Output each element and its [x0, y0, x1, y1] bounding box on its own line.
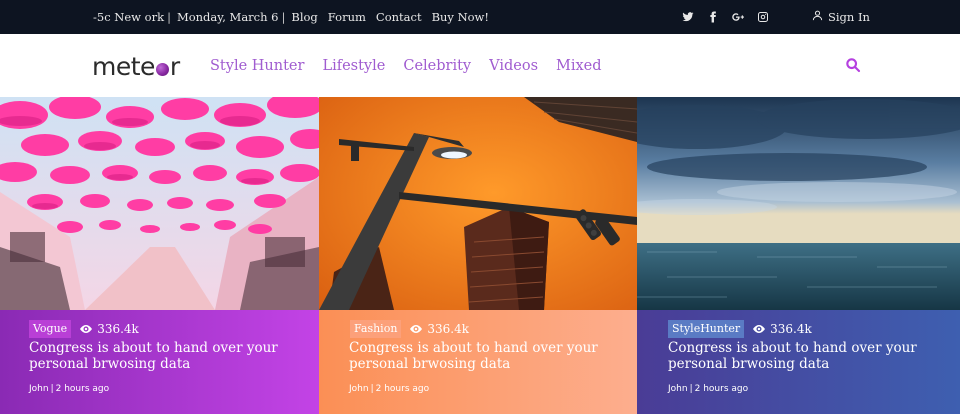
article-title[interactable]: Congress is about to hand over your pers… — [668, 340, 928, 372]
article-byline: John | 2 hours ago — [349, 384, 430, 394]
separator: | — [281, 10, 286, 24]
sign-in-label: Sign In — [828, 10, 870, 24]
search-icon[interactable] — [845, 57, 862, 74]
google-plus-icon[interactable] — [732, 11, 744, 23]
article-image-umbrellas[interactable] — [0, 97, 319, 310]
article-meta: Vogue 336.4k — [29, 320, 139, 338]
article-card-stylehunter[interactable]: StyleHunter 336.4k Congress is about to … — [637, 97, 960, 414]
article-byline: John | 2 hours ago — [29, 384, 110, 394]
eye-icon — [753, 325, 766, 333]
view-count-value: 336.4k — [770, 322, 812, 336]
article-card-vogue[interactable]: Vogue 336.4k Congress is about to hand o… — [0, 97, 319, 414]
nav-style-hunter[interactable]: Style Hunter — [210, 58, 304, 74]
article-panel: StyleHunter 336.4k Congress is about to … — [637, 310, 960, 414]
article-title[interactable]: Congress is about to hand over your pers… — [29, 340, 289, 372]
logo-dot-icon — [155, 63, 169, 76]
top-link-buy-now[interactable]: Buy Now! — [432, 10, 489, 24]
view-count: 336.4k — [752, 322, 812, 336]
top-link-forum[interactable]: Forum — [328, 10, 366, 24]
main-nav: Style Hunter Lifestyle Celebrity Videos … — [210, 34, 602, 97]
nav-mixed[interactable]: Mixed — [556, 58, 602, 74]
article-panel: Fashion 336.4k Congress is about to hand… — [319, 310, 637, 414]
article-image-streetlight[interactable] — [319, 97, 637, 310]
article-meta: Fashion 336.4k — [350, 320, 469, 338]
site-logo[interactable]: mete r — [92, 53, 180, 81]
post-time: 2 hours ago — [55, 384, 110, 394]
logo-text-left: mete — [92, 52, 155, 81]
article-card-fashion[interactable]: Fashion 336.4k Congress is about to hand… — [319, 97, 637, 414]
nav-celebrity[interactable]: Celebrity — [403, 58, 471, 74]
eye-icon — [410, 325, 423, 333]
nav-videos[interactable]: Videos — [489, 58, 538, 74]
top-bar: -5c New ork | Monday, March 6 | Blog For… — [0, 0, 960, 34]
sign-in-link[interactable]: Sign In — [812, 0, 870, 34]
post-time: 2 hours ago — [375, 384, 430, 394]
twitter-icon[interactable] — [682, 11, 694, 23]
view-count: 336.4k — [79, 322, 139, 336]
instagram-icon[interactable] — [757, 11, 769, 23]
facebook-icon[interactable] — [707, 11, 719, 23]
article-title[interactable]: Congress is about to hand over your pers… — [349, 340, 609, 372]
post-time: 2 hours ago — [694, 384, 749, 394]
author-name[interactable]: John — [349, 384, 369, 394]
eye-icon — [80, 325, 93, 333]
main-header: mete r Style Hunter Lifestyle Celebrity V… — [0, 34, 960, 97]
separator: | — [167, 10, 171, 24]
article-byline: John | 2 hours ago — [668, 384, 749, 394]
category-badge[interactable]: StyleHunter — [668, 320, 745, 338]
nav-lifestyle[interactable]: Lifestyle — [322, 58, 385, 74]
logo-text-right: r — [169, 52, 180, 81]
view-count-value: 336.4k — [97, 322, 139, 336]
article-image-seascape[interactable] — [637, 97, 960, 310]
view-count: 336.4k — [409, 322, 469, 336]
top-link-blog[interactable]: Blog — [291, 10, 317, 24]
article-panel: Vogue 336.4k Congress is about to hand o… — [0, 310, 319, 414]
view-count-value: 336.4k — [427, 322, 470, 336]
category-badge[interactable]: Vogue — [29, 320, 72, 338]
top-bar-left: -5c New ork | Monday, March 6 | Blog For… — [93, 0, 499, 34]
author-name[interactable]: John — [29, 384, 49, 394]
user-icon — [812, 10, 823, 24]
date-text: Monday, March 6 — [176, 10, 279, 24]
top-link-contact[interactable]: Contact — [376, 10, 422, 24]
weather-text: -5c New ork — [93, 10, 165, 24]
article-meta: StyleHunter 336.4k — [668, 320, 812, 338]
author-name[interactable]: John — [668, 384, 688, 394]
category-badge[interactable]: Fashion — [350, 320, 402, 338]
social-links — [682, 0, 769, 34]
